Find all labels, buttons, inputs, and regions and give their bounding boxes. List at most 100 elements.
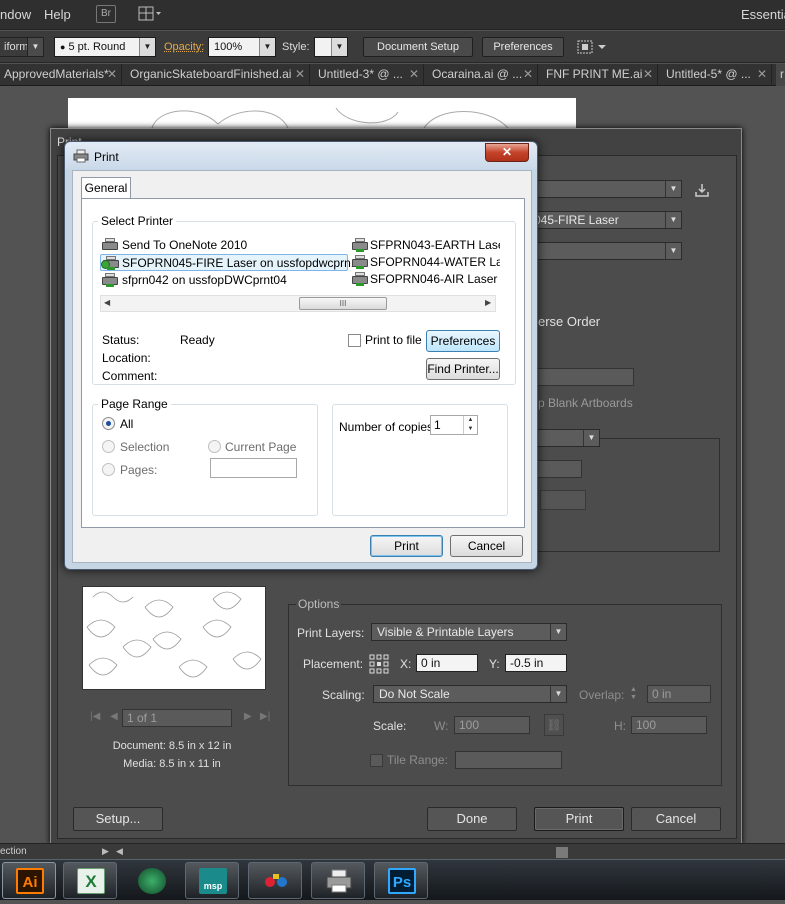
copies-input[interactable]: 1 ▲ ▼ bbox=[430, 415, 478, 435]
tab-approved-materials[interactable]: ApprovedMaterials* ✕ bbox=[0, 64, 122, 86]
printer-list-scrollbar[interactable]: ◀ III ▶ bbox=[100, 295, 496, 312]
preset-dropdown[interactable]: ▼ bbox=[528, 180, 682, 198]
scroll-left-icon[interactable]: ◀ bbox=[116, 846, 123, 857]
range-current-page-radio[interactable] bbox=[208, 440, 221, 453]
tab-untitled-3[interactable]: Untitled-3* @ ... ✕ bbox=[314, 64, 424, 86]
windows-taskbar: Ai X msp Ps bbox=[0, 859, 785, 900]
workspace-switcher[interactable]: Essential bbox=[741, 7, 785, 22]
menu-help[interactable]: Help bbox=[44, 7, 71, 22]
close-icon[interactable]: ✕ bbox=[523, 64, 533, 85]
printer-item[interactable]: SFOPRN044-WATER Laser bbox=[350, 254, 500, 270]
printer-item[interactable]: sfprn042 on ussfopDWCprnt04 bbox=[100, 272, 350, 288]
close-icon[interactable]: ✕ bbox=[757, 64, 767, 85]
tab-overflow[interactable]: r bbox=[776, 64, 785, 86]
tile-range-checkbox[interactable] bbox=[370, 754, 383, 767]
skip-blank-artboards-label[interactable]: p Blank Artboards bbox=[538, 396, 633, 410]
close-icon[interactable]: ✕ bbox=[107, 64, 117, 85]
find-printer-button[interactable]: Find Printer... bbox=[426, 358, 500, 380]
previous-page-icon[interactable]: ◀ bbox=[110, 711, 118, 722]
preferences-button[interactable]: Preferences bbox=[482, 37, 564, 57]
taskbar-app-msp[interactable]: msp bbox=[185, 862, 239, 899]
range-all-radio[interactable] bbox=[102, 417, 115, 430]
printer-item-selected[interactable]: SFOPRN045-FIRE Laser on ussfopdwcprn... bbox=[100, 254, 348, 271]
document-setup-button[interactable]: Document Setup bbox=[363, 37, 473, 57]
printer-item[interactable]: SFPRN043-EARTH Laser o bbox=[350, 237, 500, 253]
style-dropdown[interactable]: ▼ bbox=[314, 37, 348, 57]
print-to-file-checkbox[interactable] bbox=[348, 334, 361, 347]
save-preset-icon[interactable] bbox=[694, 182, 710, 201]
taskbar-excel[interactable]: X bbox=[63, 862, 117, 899]
pages-input[interactable] bbox=[210, 458, 297, 478]
print-layers-value: Visible & Printable Layers bbox=[377, 625, 514, 639]
last-page-icon[interactable]: ▶| bbox=[260, 711, 270, 722]
menu-window[interactable]: ndow bbox=[0, 7, 31, 22]
chevron-down-icon: ▼ bbox=[550, 624, 566, 640]
tab-organic-skateboard[interactable]: OrganicSkateboardFinished.ai ✕ bbox=[126, 64, 310, 86]
orientation-icon[interactable] bbox=[540, 490, 586, 510]
overlap-field[interactable]: 0 in bbox=[647, 685, 711, 703]
opacity-dropdown[interactable]: 100% ▼ bbox=[208, 37, 276, 57]
page-indicator-field[interactable]: 1 of 1 bbox=[122, 709, 232, 727]
taskbar-app-printer[interactable] bbox=[311, 862, 365, 899]
taskbar-app-frog[interactable] bbox=[124, 862, 178, 899]
stroke-dropdown[interactable]: ● 5 pt. Round ▼ bbox=[54, 37, 156, 57]
printer-dropdown[interactable]: 045-FIRE Laser ▼ bbox=[528, 211, 682, 229]
scale-width-field[interactable]: 100 bbox=[454, 716, 530, 734]
cancel-button[interactable]: Cancel bbox=[450, 535, 523, 557]
done-button[interactable]: Done bbox=[427, 807, 517, 831]
placement-grid-icon[interactable] bbox=[369, 654, 389, 677]
close-icon[interactable]: ✕ bbox=[643, 64, 653, 85]
overlap-stepper-icon[interactable]: ▲ ▼ bbox=[630, 686, 644, 702]
placement-y-field[interactable]: -0.5 in bbox=[505, 654, 567, 672]
print-layers-dropdown[interactable]: Visible & Printable Layers ▼ bbox=[371, 623, 567, 641]
reverse-order-label[interactable]: erse Order bbox=[538, 314, 600, 329]
next-page-icon[interactable]: ▶ bbox=[244, 711, 252, 722]
dialog-titlebar[interactable]: Print ✕ bbox=[65, 142, 537, 170]
tab-ocaraina[interactable]: Ocaraina.ai @ ... ✕ bbox=[428, 64, 538, 86]
taskbar-photoshop[interactable]: Ps bbox=[374, 862, 428, 899]
scale-height-field[interactable]: 100 bbox=[631, 716, 707, 734]
printer-item[interactable]: SFOPRN046-AIR Laser on u bbox=[350, 271, 500, 287]
scroll-right-icon[interactable]: ▶ bbox=[485, 298, 491, 307]
close-icon[interactable]: ✕ bbox=[295, 64, 305, 85]
opacity-label[interactable]: Opacity: bbox=[164, 41, 204, 53]
first-page-icon[interactable]: |◀ bbox=[90, 711, 100, 722]
brush-profile-dropdown[interactable]: iform ▼ bbox=[0, 37, 44, 57]
bridge-icon[interactable]: Br bbox=[96, 5, 116, 23]
placement-x-field[interactable]: 0 in bbox=[416, 654, 478, 672]
dialog-title: Print bbox=[94, 150, 119, 164]
print-to-file-label: Print to file bbox=[365, 333, 422, 347]
media-size-dropdown[interactable]: ▼ bbox=[528, 429, 600, 447]
range-pages-radio[interactable] bbox=[102, 463, 115, 476]
copies-stepper-icon[interactable]: ▲ ▼ bbox=[463, 416, 477, 434]
print-button[interactable]: Print bbox=[370, 535, 443, 557]
ppd-dropdown[interactable]: ▼ bbox=[528, 242, 682, 260]
horizontal-scroll-thumb[interactable] bbox=[556, 847, 568, 858]
taskbar-illustrator[interactable]: Ai bbox=[2, 862, 56, 899]
preferences-button[interactable]: Preferences bbox=[426, 330, 500, 352]
scaling-dropdown[interactable]: Do Not Scale ▼ bbox=[373, 685, 567, 703]
taskbar-app-snipping[interactable] bbox=[248, 862, 302, 899]
setup-button[interactable]: Setup... bbox=[73, 807, 163, 831]
tab-general[interactable]: General bbox=[81, 177, 131, 199]
arrange-documents-icon[interactable] bbox=[138, 6, 160, 22]
arrange-icon[interactable] bbox=[576, 38, 610, 59]
scroll-thumb[interactable]: III bbox=[299, 297, 387, 310]
range-selection-radio[interactable] bbox=[102, 440, 115, 453]
printer-list: Send To OneNote 2010 SFOPRN045-FIRE Lase… bbox=[100, 233, 500, 323]
tab-untitled-5[interactable]: Untitled-5* @ ... ✕ bbox=[662, 64, 772, 86]
print-button[interactable]: Print bbox=[534, 807, 624, 831]
close-icon[interactable]: ✕ bbox=[409, 64, 419, 85]
tab-label: Ocaraina.ai @ ... bbox=[432, 67, 522, 81]
tab-fnf-print-me[interactable]: FNF PRINT ME.ai ✕ bbox=[542, 64, 658, 86]
excel-icon: X bbox=[77, 868, 105, 894]
scroll-left-icon[interactable]: ◀ bbox=[104, 298, 110, 307]
constrain-proportions-icon[interactable]: ⛓ bbox=[544, 714, 564, 736]
status-arrow-right-icon[interactable]: ▶ bbox=[102, 846, 109, 857]
printer-item[interactable]: Send To OneNote 2010 bbox=[100, 237, 350, 253]
range-field[interactable] bbox=[528, 368, 634, 386]
cancel-button[interactable]: Cancel bbox=[631, 807, 721, 831]
close-button[interactable]: ✕ bbox=[485, 143, 529, 162]
tile-range-field[interactable] bbox=[455, 751, 562, 769]
x-label: X: bbox=[400, 657, 411, 671]
